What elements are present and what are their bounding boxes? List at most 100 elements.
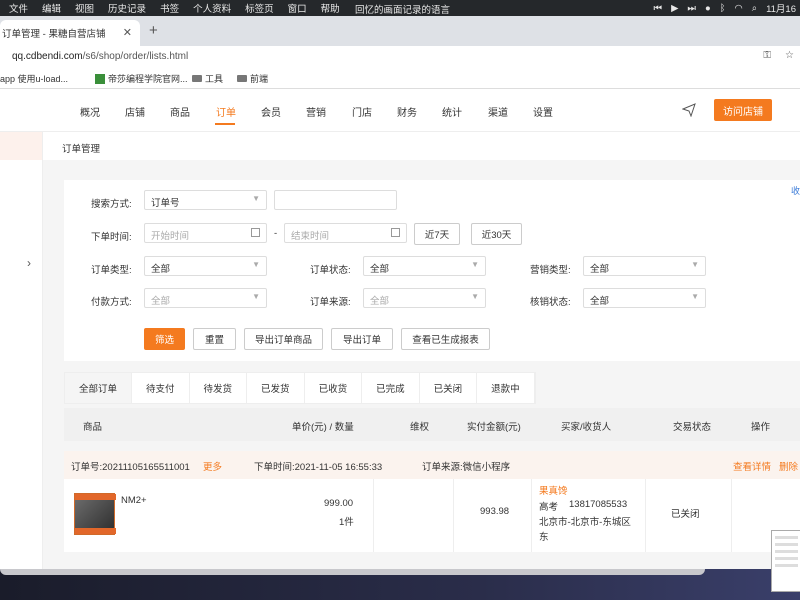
wechat-icon[interactable]: ● <box>705 3 711 14</box>
last-7-days-button[interactable]: 近7天 <box>414 223 460 245</box>
close-icon[interactable]: ✕ <box>123 26 132 39</box>
bookmark-folder-tools[interactable]: 工具 <box>192 72 223 85</box>
filter-button[interactable]: 筛选 <box>144 328 185 350</box>
media-prev-icon[interactable]: ⏮ <box>654 3 663 14</box>
bookmark-site[interactable]: 帝莎编程学院官网... <box>95 72 188 85</box>
media-next-icon[interactable]: ⏭ <box>687 3 696 14</box>
chevron-down-icon: ▼ <box>252 260 260 269</box>
url-text[interactable]: qq.cdbendi.com/s6/shop/order/lists.html <box>12 51 188 62</box>
menu-history[interactable]: 历史记录 <box>108 1 146 15</box>
screenshot-thumbnail[interactable] <box>771 530 800 592</box>
order-no-label: 订单号: <box>71 462 103 473</box>
left-panel-active-item[interactable] <box>0 132 42 160</box>
bookmark-app[interactable]: app 使用u-load... <box>0 72 68 85</box>
address-bar[interactable]: qq.cdbendi.com/s6/shop/order/lists.html … <box>0 46 800 68</box>
export-order-goods-button[interactable]: 导出订单商品 <box>244 328 323 350</box>
site-icon <box>95 73 105 84</box>
delete-link[interactable]: 删除 <box>779 459 798 473</box>
search-icon[interactable]: ⌕ <box>752 3 757 14</box>
tab-refunding[interactable]: 退款中 <box>477 373 535 403</box>
clock[interactable]: 11月16 <box>766 1 796 15</box>
browser-tab-active[interactable]: 订单管理 - 果糖自营店铺 ✕ <box>0 20 140 46</box>
key-icon[interactable]: ⚿ <box>763 50 771 61</box>
order-type-value: 全部 <box>151 264 171 275</box>
reset-button[interactable]: 重置 <box>193 328 236 350</box>
column-divider <box>645 479 646 552</box>
view-detail-link[interactable]: 查看详情 <box>733 459 771 473</box>
nav-stores[interactable]: 门店 <box>352 104 372 119</box>
nav-orders[interactable]: 订单 <box>216 104 236 119</box>
chevron-right-icon[interactable]: › <box>27 256 31 270</box>
menu-help[interactable]: 帮助 <box>321 1 340 15</box>
search-input[interactable] <box>274 190 397 210</box>
last-30-days-button[interactable]: 近30天 <box>471 223 522 245</box>
payment-method-select[interactable]: 全部 ▼ <box>144 288 267 308</box>
new-tab-button[interactable]: + <box>149 22 158 39</box>
tab-completed[interactable]: 已完成 <box>362 373 420 403</box>
send-icon[interactable] <box>682 103 696 117</box>
nav-shop[interactable]: 店铺 <box>125 104 145 119</box>
more-link[interactable]: 更多 <box>203 459 222 473</box>
col-paid-amount: 实付金额(元) <box>467 422 521 433</box>
product-name[interactable]: NM2+ <box>121 495 147 506</box>
thumbnail-line <box>775 557 798 560</box>
collapse-link[interactable]: 收 <box>791 184 800 197</box>
wifi-icon[interactable]: ◠ <box>734 3 742 14</box>
nav-overview[interactable]: 概况 <box>80 104 100 119</box>
media-play-icon[interactable]: ▶ <box>671 3 678 14</box>
nav-settings[interactable]: 设置 <box>533 104 553 119</box>
column-divider <box>373 479 374 552</box>
end-time-input[interactable]: 结束时间 <box>284 223 407 243</box>
start-time-input[interactable]: 开始时间 <box>144 223 267 243</box>
address-bar-icons: ⚿ ☆ <box>763 50 794 61</box>
tab-all-orders[interactable]: 全部订单 <box>65 373 133 403</box>
column-divider <box>731 479 732 552</box>
order-status-select[interactable]: 全部 ▼ <box>363 256 486 276</box>
order-time-label: 下单时间: <box>91 232 132 243</box>
menu-profile[interactable]: 个人资料 <box>193 1 231 15</box>
nav-members[interactable]: 会员 <box>261 104 281 119</box>
menubar-status-area: ⏮ ▶ ⏭ ● ᛒ ◠ ⌕ 11月16 <box>654 0 800 16</box>
thumbnail-line <box>775 543 798 546</box>
nav-finance[interactable]: 财务 <box>397 104 417 119</box>
menu-view[interactable]: 视图 <box>75 1 94 15</box>
marketing-type-select[interactable]: 全部 ▼ <box>583 256 706 276</box>
verify-status-value: 全部 <box>590 296 610 307</box>
bookmark-folder-frontend[interactable]: 前端 <box>237 72 268 85</box>
view-reports-button[interactable]: 查看已生成报表 <box>401 328 490 350</box>
order-type-select[interactable]: 全部 ▼ <box>144 256 267 276</box>
tab-received[interactable]: 已收货 <box>305 373 363 403</box>
menu-bookmarks[interactable]: 书签 <box>160 1 179 15</box>
nav-goods[interactable]: 商品 <box>170 104 190 119</box>
thumbnail-line <box>775 564 798 567</box>
nav-stats[interactable]: 统计 <box>442 104 462 119</box>
product-thumbnail[interactable] <box>74 493 116 535</box>
export-orders-button[interactable]: 导出订单 <box>331 328 393 350</box>
date-range-dash: - <box>274 228 278 239</box>
col-product: 商品 <box>83 422 103 433</box>
search-type-select[interactable]: 订单号 ▼ <box>144 190 267 210</box>
menu-tabs[interactable]: 标签页 <box>245 1 274 15</box>
menu-window[interactable]: 窗口 <box>288 1 307 15</box>
col-status: 交易状态 <box>673 422 712 433</box>
tab-pending-payment[interactable]: 待支付 <box>132 373 190 403</box>
tab-pending-shipment[interactable]: 待发货 <box>190 373 248 403</box>
marketing-type-label: 营销类型: <box>530 265 571 276</box>
buyer-name[interactable]: 果真馋 <box>539 483 568 497</box>
tab-shipped[interactable]: 已发货 <box>247 373 305 403</box>
nav-channels[interactable]: 渠道 <box>488 104 508 119</box>
order-status-label: 订单状态: <box>310 265 351 276</box>
tab-closed[interactable]: 已关闭 <box>420 373 478 403</box>
menu-edit[interactable]: 编辑 <box>42 1 61 15</box>
visit-shop-button[interactable]: 访问店铺 <box>714 99 772 121</box>
order-source-select[interactable]: 全部 ▼ <box>363 288 486 308</box>
menu-file[interactable]: 文件 <box>9 1 28 15</box>
bluetooth-icon[interactable]: ᛒ <box>720 3 726 14</box>
verify-status-select[interactable]: 全部 ▼ <box>583 288 706 308</box>
receiver-name: 高考 <box>539 502 559 513</box>
payment-method-label: 付款方式: <box>91 297 132 308</box>
bookmark-star-icon[interactable]: ☆ <box>785 50 794 61</box>
chevron-down-icon: ▼ <box>471 292 479 301</box>
nav-marketing[interactable]: 营销 <box>306 104 326 119</box>
bookmark-label: 前端 <box>250 74 269 84</box>
